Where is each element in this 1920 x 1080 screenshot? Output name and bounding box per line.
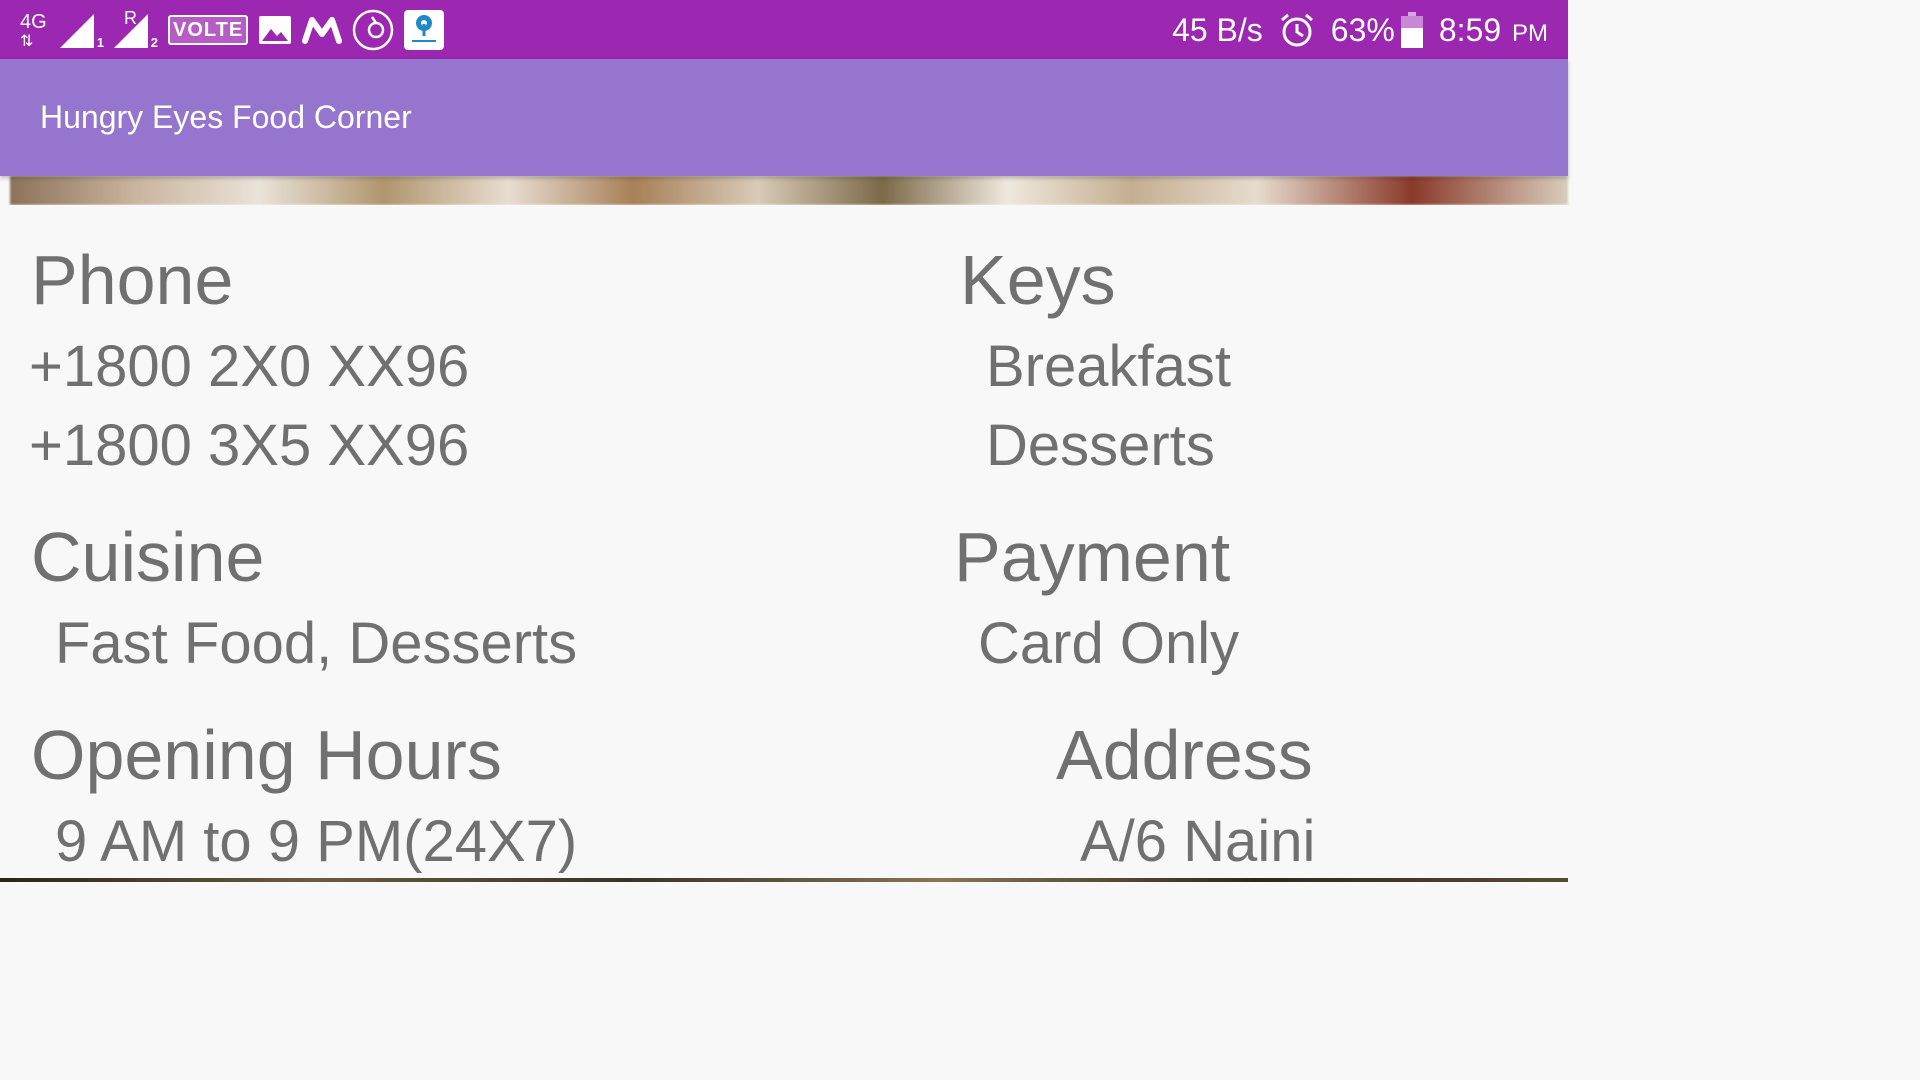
signal-roaming-icon: R 2	[114, 8, 158, 50]
app-title: Hungry Eyes Food Corner	[40, 99, 412, 135]
address-value[interactable]: A/6 Naini	[1080, 813, 1315, 871]
clock-ampm: PM	[1512, 19, 1548, 47]
sim1-label: 1	[96, 35, 104, 50]
app-notification-icon	[404, 10, 445, 50]
cuisine-value: Fast Food, Desserts	[55, 611, 578, 676]
payment-heading: Payment	[954, 518, 1231, 596]
clock-time: 8:59	[1438, 11, 1502, 48]
clock: 8:59 PM	[1439, 12, 1548, 49]
restaurant-details: Phone +1800 2X0 XX96 +1800 3X5 XX96 Keys…	[0, 205, 1568, 878]
myntra-icon	[302, 16, 343, 44]
status-bar-system: 45 B/s 63% 8:59 PM	[1172, 8, 1548, 52]
opening-hours-heading: Opening Hours	[31, 716, 502, 794]
network-type-label: 4G	[20, 11, 47, 33]
alarm-icon	[1279, 12, 1315, 48]
data-activity-icon: ⇅	[20, 33, 34, 50]
status-bar-notifications: 4G ⇅ 1 R 2 VOLTE	[18, 8, 445, 52]
battery-percent: 63%	[1330, 11, 1395, 48]
gallery-icon	[258, 15, 292, 45]
roaming-label: R	[124, 8, 137, 28]
network-speed: 45 B/s	[1172, 11, 1263, 48]
network-type-icon: 4G ⇅	[18, 10, 50, 50]
volte-badge: VOLTE	[168, 15, 249, 45]
sim2-label: 2	[150, 35, 158, 50]
key-item: Breakfast	[986, 334, 1231, 399]
key-item: Desserts	[986, 413, 1215, 478]
battery-icon	[1400, 12, 1423, 48]
signal-icon: 1	[60, 10, 104, 50]
restaurant-header-image	[10, 176, 1568, 205]
opening-hours-value: 9 AM to 9 PM(24X7)	[55, 809, 578, 874]
status-bar: 4G ⇅ 1 R 2 VOLTE 45 B/s 63% 8:59 PM	[0, 0, 1568, 59]
keys-heading: Keys	[960, 241, 1116, 319]
phone-heading: Phone	[31, 241, 234, 319]
cuisine-heading: Cuisine	[31, 518, 265, 596]
music-icon	[352, 9, 394, 51]
restaurant-footer-image	[0, 878, 1568, 882]
address-heading: Address	[1056, 716, 1313, 794]
phone-number-1[interactable]: +1800 2X0 XX96	[29, 338, 469, 396]
phone-number-2[interactable]: +1800 3X5 XX96	[29, 417, 469, 475]
app-bar: Hungry Eyes Food Corner	[0, 59, 1568, 176]
payment-value: Card Only	[978, 611, 1240, 676]
